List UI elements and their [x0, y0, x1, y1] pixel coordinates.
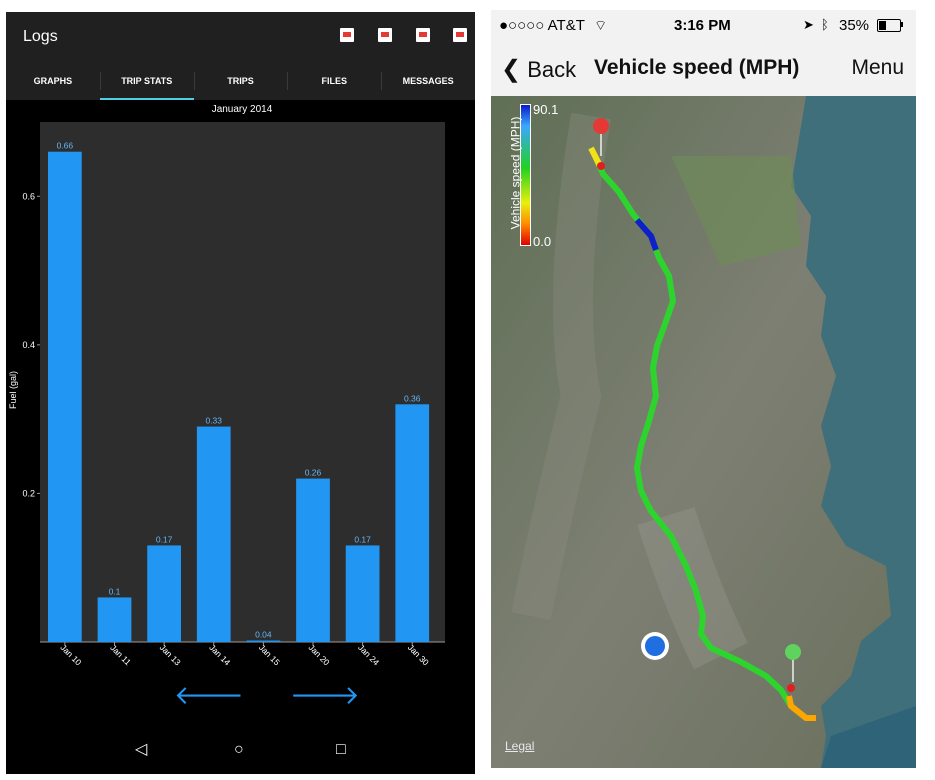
app-title: Logs — [23, 28, 58, 45]
data-label: 0.33 — [205, 416, 222, 426]
bluetooth-icon: ᛒ — [821, 17, 829, 32]
legal-link[interactable]: Legal — [505, 739, 534, 753]
status-time: 3:16 PM — [674, 17, 731, 34]
data-label: 0.17 — [156, 534, 173, 544]
tab-trip-stats[interactable]: TRIP STATS — [99, 64, 194, 100]
ios-app-screen: ●○○○○ AT&T ⌔ 3:16 PM ➤ ᛒ 35% ❮ Back Vehi… — [491, 10, 916, 768]
battery-tip — [901, 22, 903, 27]
data-label: 0.17 — [354, 534, 371, 544]
y-tick-label: 0.2 — [22, 488, 35, 498]
data-label: 0.26 — [305, 468, 322, 478]
y-tick-label: 0.4 — [22, 340, 35, 350]
tab-files[interactable]: FILES — [287, 64, 381, 100]
battery-percent: 35% — [839, 17, 870, 34]
navigation-bar: ❮ Back Vehicle speed (MPH) Menu — [491, 42, 916, 97]
page-title: Vehicle speed (MPH) — [594, 56, 800, 79]
data-label: 0.1 — [109, 586, 121, 596]
tab-trips[interactable]: TRIPS — [193, 64, 288, 100]
bar — [196, 426, 231, 642]
plot-area — [40, 122, 445, 642]
right-arrow-icon[interactable]: 🡒 — [290, 682, 360, 708]
battery-fill — [879, 21, 886, 30]
battery-icon — [877, 19, 901, 32]
tab-messages[interactable]: MESSAGES — [381, 64, 475, 100]
system-back-button[interactable]: ◁ — [135, 742, 147, 758]
left-arrow-icon[interactable]: 🡐 — [174, 682, 244, 708]
bar — [97, 597, 132, 642]
fuel-chart: January 2014 Fuel (gal) 0.2 0.4 0.6 0.66 Jan… — [6, 100, 475, 690]
carrier-label: ●○○○○ AT&T — [499, 17, 585, 34]
location-arrow-icon: ➤ — [803, 17, 814, 32]
bar — [147, 545, 181, 642]
wifi-icon: ⌔ — [594, 17, 608, 33]
tab-graphs[interactable]: GRAPHS — [6, 64, 100, 100]
legend-min-value: 0.0 — [533, 234, 552, 249]
route-stop-marker — [787, 684, 795, 692]
speed-legend: 90.1 0.0 Vehicle speed (MPH) — [501, 98, 565, 249]
bar — [395, 404, 430, 642]
tab-bar: GRAPHS TRIP STATS TRIPS FILES MESSAGES — [6, 64, 475, 100]
fuel-chart-svg: January 2014 Fuel (gal) 0.20.40.60.66Jan… — [6, 100, 475, 690]
legend-max-value: 90.1 — [533, 102, 559, 117]
flag-icon[interactable] — [340, 28, 354, 42]
legend-title: Vehicle speed (MPH) — [508, 116, 523, 230]
chart-title: January 2014 — [212, 104, 273, 115]
y-axis-label: Fuel (gal) — [8, 371, 18, 409]
back-button[interactable]: ❮ Back — [501, 55, 576, 84]
data-label: 0.36 — [404, 393, 421, 403]
back-button-label: Back — [527, 57, 577, 82]
mail-icon[interactable] — [453, 28, 467, 42]
y-tick-label: 0.6 — [22, 191, 35, 201]
file-icon[interactable] — [416, 28, 430, 42]
file-icon[interactable] — [378, 28, 392, 42]
chevron-left-icon: ❮ — [501, 56, 522, 83]
system-home-button[interactable]: ○ — [234, 742, 244, 758]
bar — [48, 151, 82, 642]
status-bar: ●○○○○ AT&T ⌔ 3:16 PM ➤ ᛒ 35% — [491, 10, 916, 42]
data-label: 0.04 — [255, 630, 272, 640]
bar — [345, 545, 380, 642]
bar — [296, 478, 330, 642]
data-label: 0.66 — [57, 141, 74, 151]
android-app-screen: Logs GRAPHS TRIP STATS TRIPS FILES MESSA… — [6, 12, 475, 774]
menu-button[interactable]: Menu — [851, 56, 904, 80]
route-stop-marker — [597, 162, 605, 170]
app-bar: Logs — [6, 12, 475, 64]
system-recents-button[interactable]: □ — [336, 742, 346, 758]
satellite-map[interactable]: 90.1 0.0 Vehicle speed (MPH) Legal — [491, 96, 916, 768]
current-location-icon — [641, 632, 669, 660]
